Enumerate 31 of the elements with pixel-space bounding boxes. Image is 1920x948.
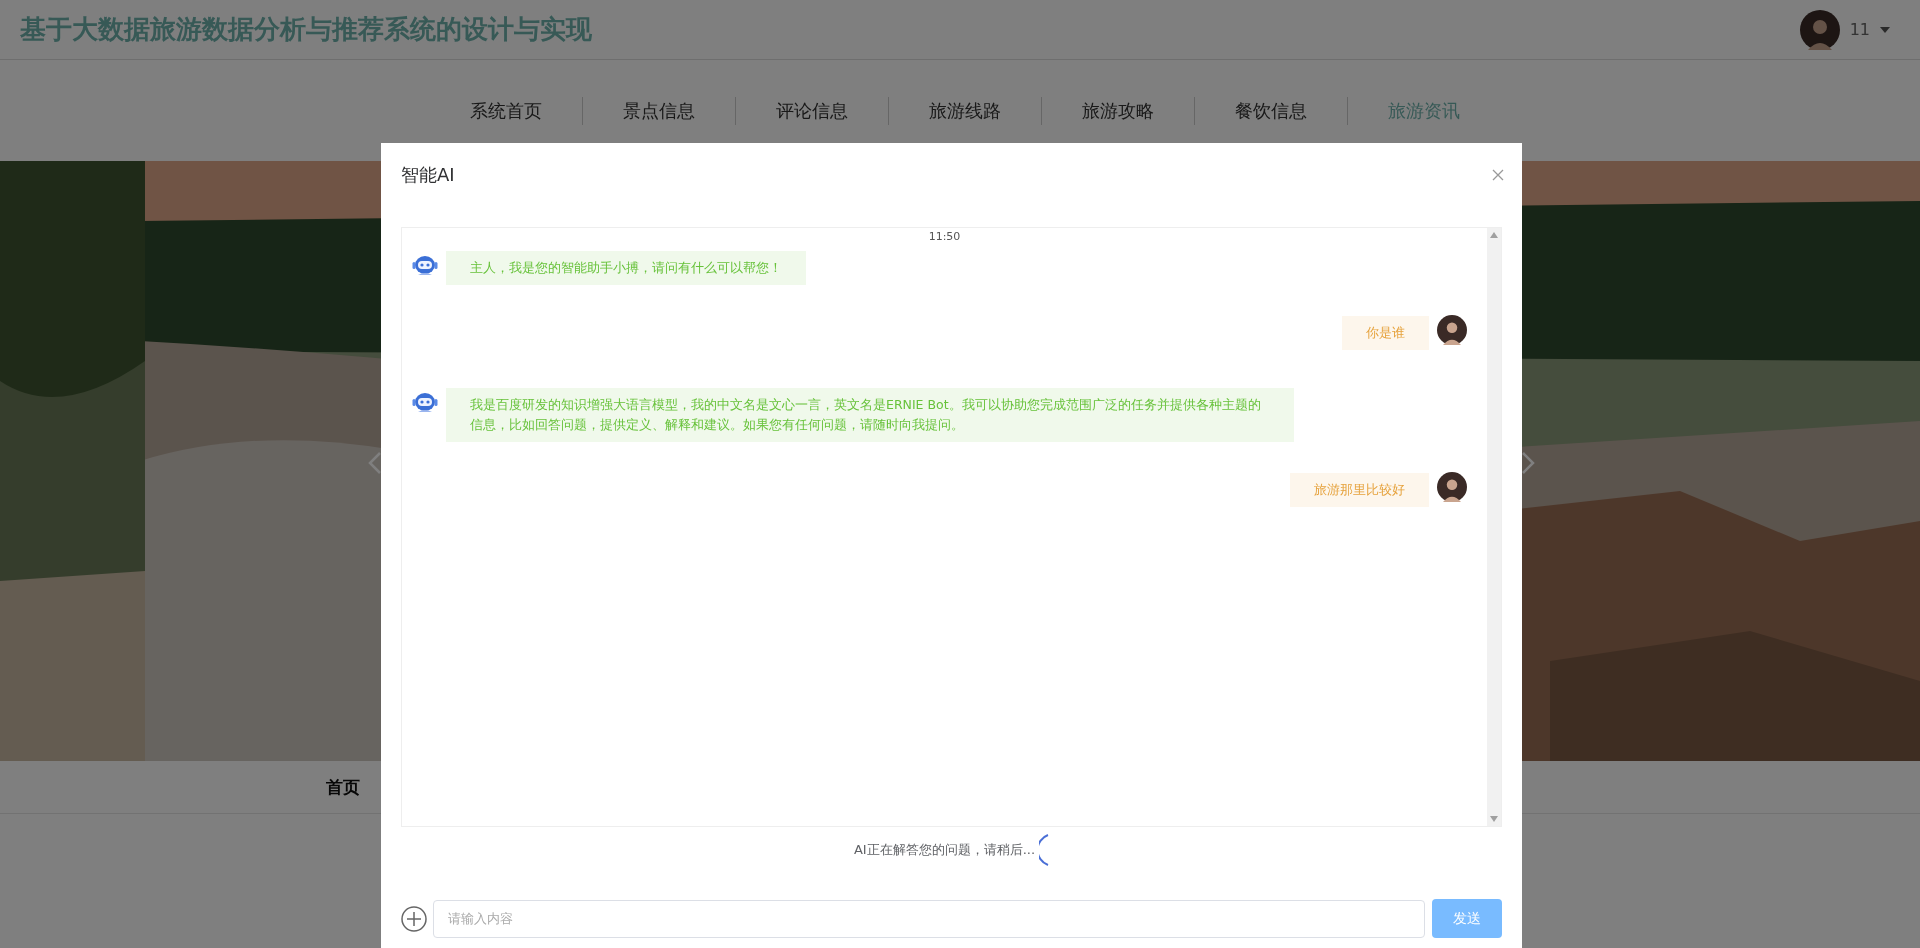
- chat-bubble: 主人，我是您的智能助手小搏，请问有什么可以帮您！: [446, 251, 806, 285]
- nav-link[interactable]: 旅游攻略: [1042, 98, 1194, 123]
- chevron-right-icon[interactable]: [1521, 451, 1535, 475]
- scroll-up-icon[interactable]: [1490, 232, 1498, 238]
- user-name[interactable]: 11: [1849, 20, 1870, 39]
- robot-icon: [412, 253, 438, 277]
- dialog-title: 智能AI: [401, 163, 455, 187]
- nav-link[interactable]: 餐饮信息: [1195, 98, 1347, 123]
- avatar-icon[interactable]: [1799, 9, 1840, 50]
- nav-link[interactable]: 系统首页: [430, 98, 582, 123]
- chat-bubble: 我是百度研发的知识增强大语言模型，我的中文名是文心一言，英文名是ERNIE Bot。我可以协助您完成范围广泛的任务并提供各种主题的信息，比如回答问题，提供定义、解释和建议。如果您有任何问题，请随时向我提问。: [446, 388, 1294, 442]
- chat-bubble: 你是谁: [1342, 316, 1429, 350]
- robot-icon: [412, 390, 438, 414]
- chevron-left-icon[interactable]: [368, 451, 382, 475]
- chat-bubble: 旅游那里比较好: [1290, 473, 1429, 507]
- breadcrumb-link[interactable]: 首页: [326, 775, 360, 799]
- nav-link[interactable]: 景点信息: [583, 98, 735, 123]
- add-icon[interactable]: [401, 905, 427, 932]
- message-input[interactable]: 请输入内容: [433, 899, 1425, 938]
- nav-link[interactable]: 旅游线路: [889, 98, 1041, 123]
- spinner-icon: [1039, 834, 1050, 866]
- avatar-icon: [1437, 315, 1467, 345]
- nav-link[interactable]: 评论信息: [736, 98, 888, 123]
- site-title: 基于大数据旅游数据分析与推荐系统的设计与实现: [20, 13, 592, 46]
- scroll-down-icon[interactable]: [1490, 816, 1498, 822]
- status-text: AI正在解答您的问题，请稍后...: [853, 841, 1036, 859]
- timestamp: 11:50: [928, 230, 961, 243]
- caret-icon[interactable]: [1880, 26, 1890, 33]
- close-icon[interactable]: [1492, 169, 1504, 181]
- avatar-icon: [1437, 472, 1467, 502]
- scrollbar[interactable]: [1487, 228, 1501, 826]
